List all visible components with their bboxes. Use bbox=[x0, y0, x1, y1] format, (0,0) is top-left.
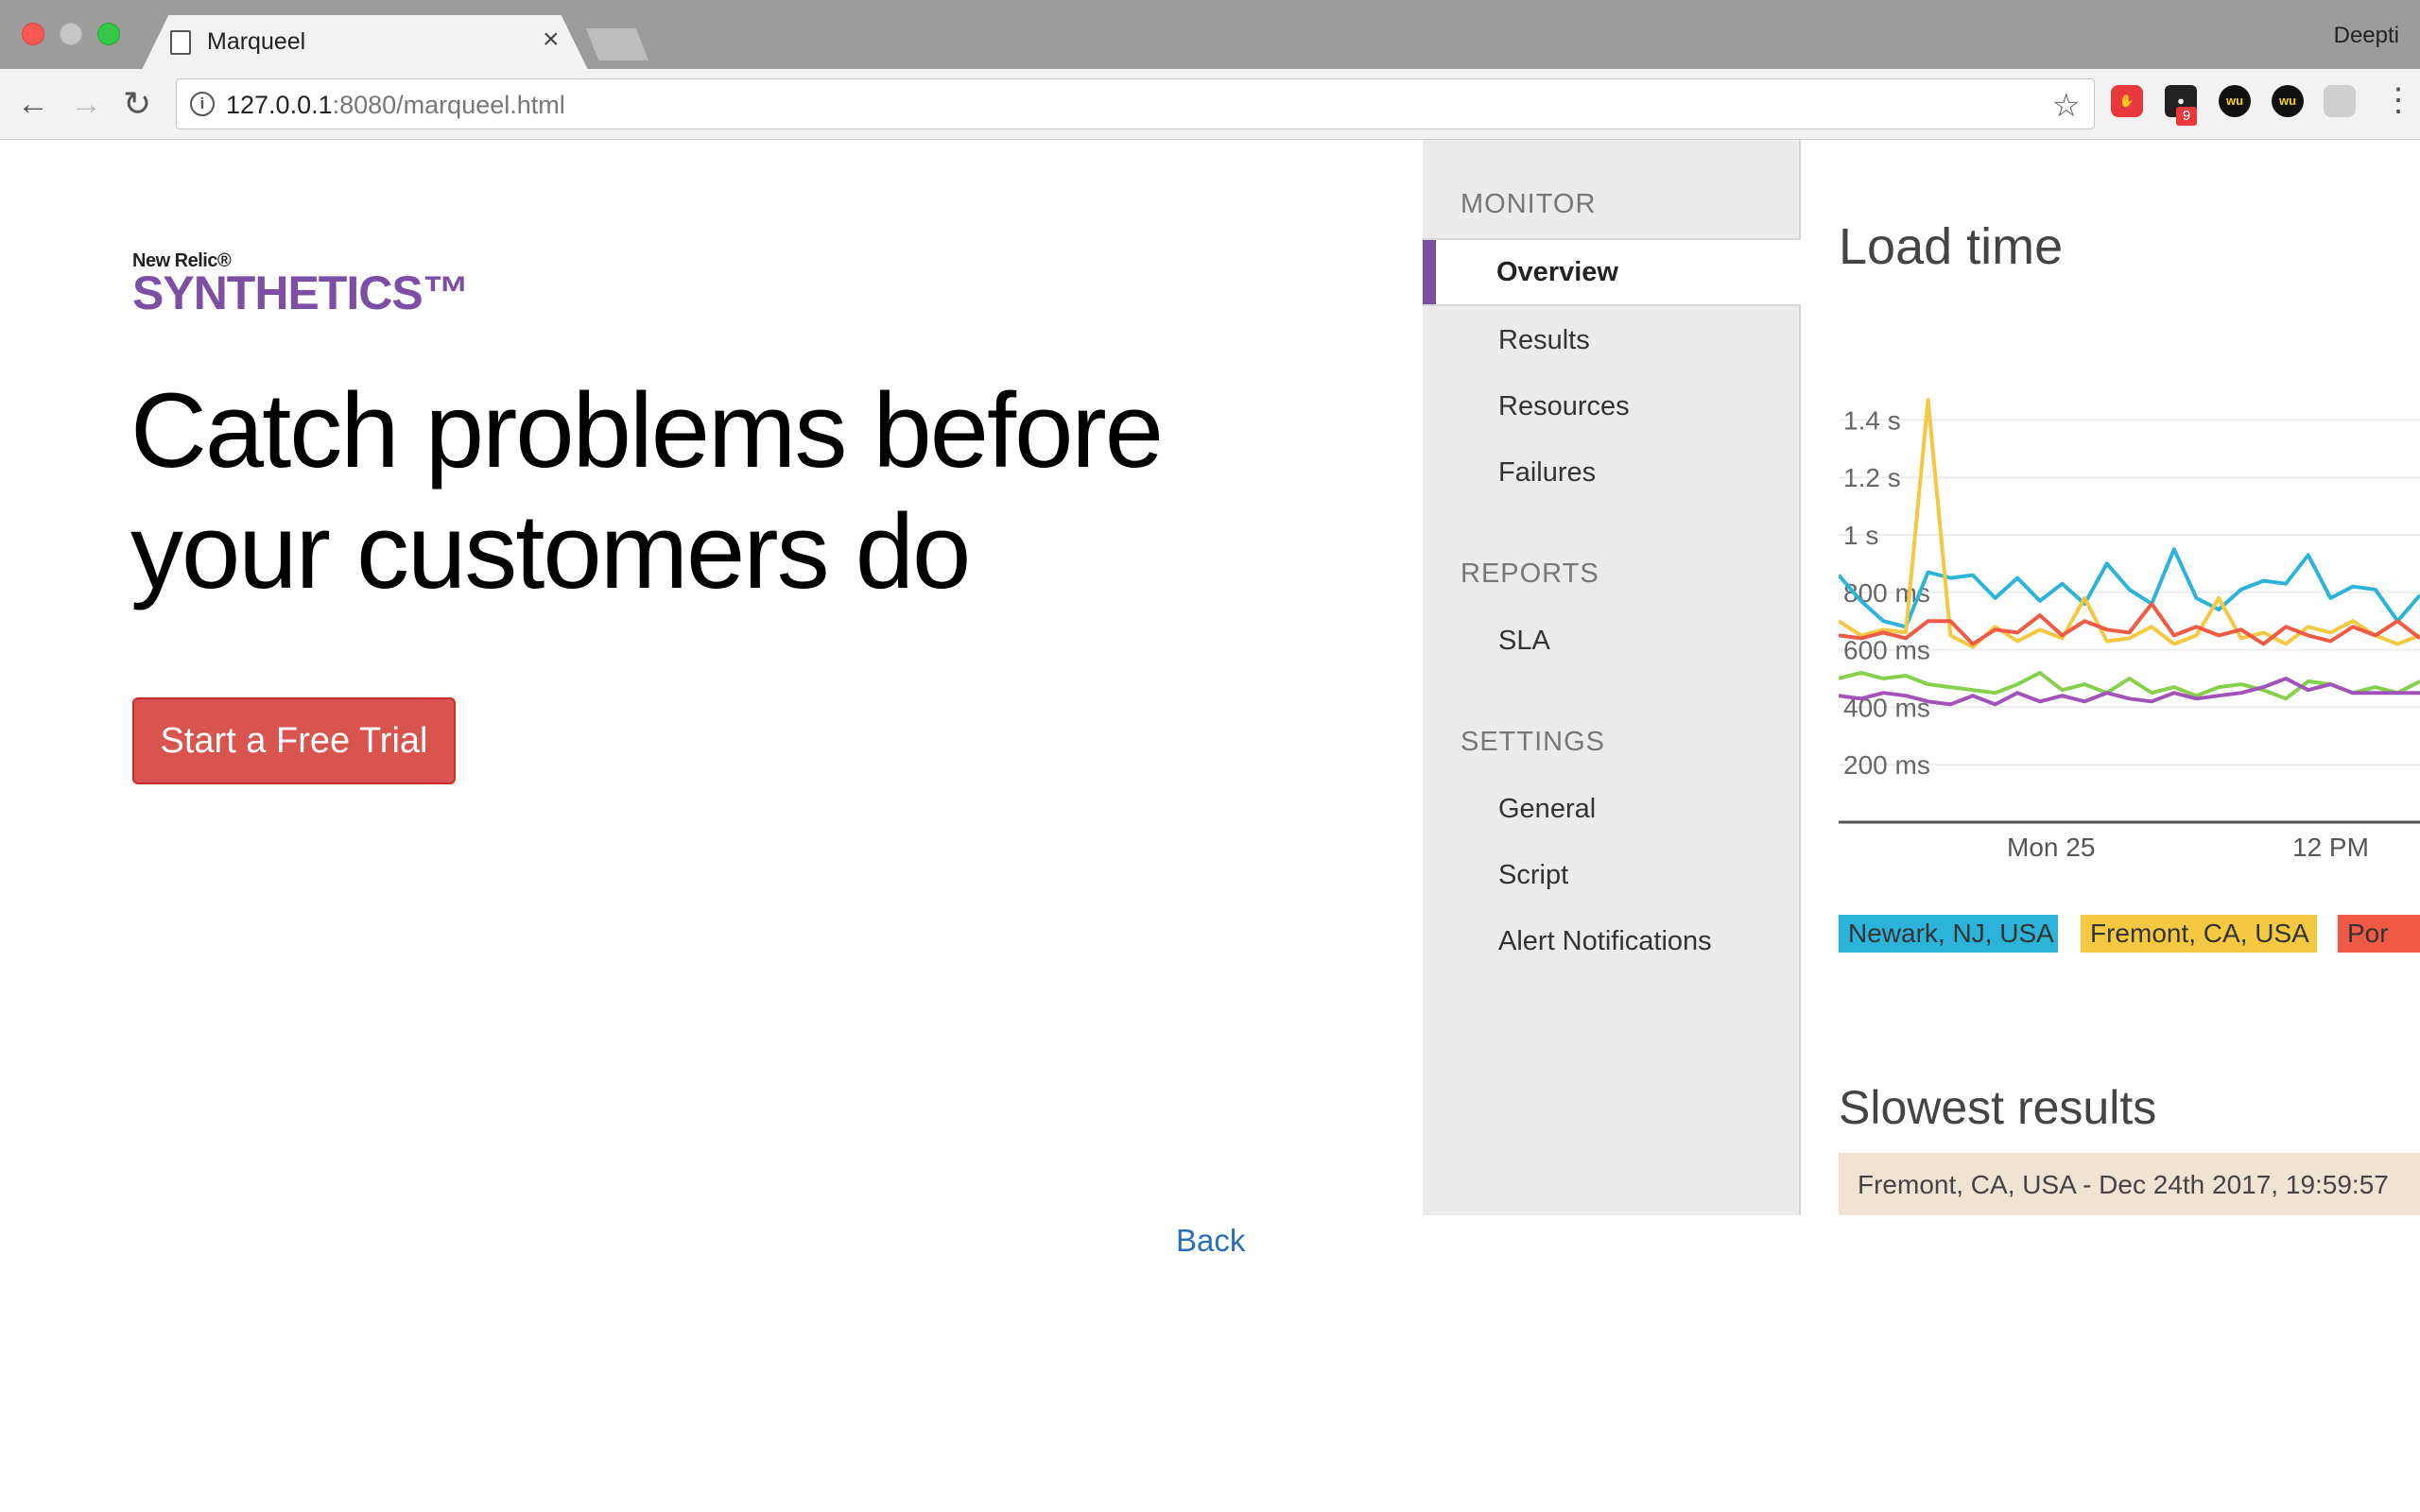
y-tick-label: 600 ms bbox=[1843, 636, 1930, 665]
info-icon[interactable]: i bbox=[190, 92, 215, 116]
wu-extension-icon-2[interactable]: wu bbox=[2272, 85, 2304, 117]
browser-tabstrip: Marqueel × Deepti bbox=[0, 0, 2420, 70]
logo-synthetics: SYNTHETICS™ bbox=[132, 266, 470, 319]
wu-extension-icon[interactable]: wu bbox=[2219, 85, 2251, 117]
overview-main: Load time 1.4 s 1.2 s1 s 800 ms 600 ms 400 m… bbox=[1839, 140, 2420, 1215]
sidebar-item-label: Overview bbox=[1496, 257, 1618, 287]
y-tick-label: 200 ms bbox=[1843, 750, 1930, 780]
sidebar-item-general: General bbox=[1498, 794, 1597, 824]
url-host: 127.0.0.1 bbox=[226, 91, 333, 119]
y-tick-label: 1 s bbox=[1843, 521, 1878, 550]
forward-arrow-icon[interactable]: → bbox=[70, 88, 102, 120]
load-time-title: Load time bbox=[1839, 218, 2064, 275]
legend-fremont: Fremont, CA, USA bbox=[2081, 915, 2317, 953]
sidebar-heading-settings: SETTINGS bbox=[1461, 727, 1606, 757]
series-line bbox=[1839, 398, 2420, 649]
headline-line-2: your customers do bbox=[130, 492, 971, 610]
extension-badge: 9 bbox=[2176, 107, 2197, 126]
product-screenshot: MONITOR Overview Results Resources Failu… bbox=[1423, 140, 2420, 1215]
tab-title[interactable]: Marqueel bbox=[207, 28, 305, 56]
slowest-results-title: Slowest results bbox=[1839, 1081, 2157, 1134]
browser-toolbar: ← → ↻ i 127.0.0.1:8080/marqueel.html ☆ ✋… bbox=[0, 69, 2420, 140]
adblock-extension-icon[interactable]: ✋ bbox=[2111, 85, 2143, 117]
back-arrow-icon[interactable]: ← bbox=[17, 88, 49, 120]
legend-third: Por bbox=[2338, 915, 2420, 953]
tab-close-icon[interactable]: × bbox=[543, 26, 560, 54]
drive-extension-icon[interactable] bbox=[2324, 85, 2356, 117]
sidebar-item-results: Results bbox=[1498, 325, 1590, 355]
start-free-trial-button[interactable]: Start a Free Trial bbox=[132, 697, 456, 784]
sidebar-item-script: Script bbox=[1498, 860, 1569, 890]
sidebar-item-alert-notifications: Alert Notifications bbox=[1498, 926, 1712, 956]
y-tick-label: 1.4 s bbox=[1843, 405, 1901, 435]
browser-menu-icon[interactable]: ⋮ bbox=[2382, 84, 2414, 116]
active-indicator bbox=[1423, 240, 1436, 304]
headline-line-1: Catch problems before bbox=[130, 371, 1164, 490]
close-window-button[interactable] bbox=[22, 23, 44, 45]
url-text[interactable]: 127.0.0.1:8080/marqueel.html bbox=[226, 91, 565, 120]
sidebar-heading-reports: REPORTS bbox=[1461, 558, 1599, 589]
y-tick-label: 1.2 s bbox=[1843, 463, 1901, 492]
page-icon bbox=[170, 30, 191, 55]
profile-name[interactable]: Deepti bbox=[2334, 23, 2399, 49]
sidebar-item-resources: Resources bbox=[1498, 391, 1630, 421]
sidebar-item-overview: Overview bbox=[1423, 238, 1801, 306]
reload-icon[interactable]: ↻ bbox=[123, 87, 151, 121]
slowest-result-row: Fremont, CA, USA - Dec 24th 2017, 19:59:… bbox=[1839, 1153, 2420, 1215]
x-tick-label: Mon 25 bbox=[2007, 833, 2095, 862]
legend-newark: Newark, NJ, USA bbox=[1839, 915, 2058, 953]
sidebar-item-failures: Failures bbox=[1498, 457, 1597, 488]
minimize-window-button[interactable] bbox=[60, 23, 82, 45]
x-tick-label: 12 PM bbox=[2292, 833, 2369, 862]
new-tab-button[interactable] bbox=[586, 28, 648, 60]
sidebar-item-sla: SLA bbox=[1498, 626, 1550, 656]
page-headline: Catch problems before your customers do bbox=[130, 370, 1359, 612]
address-bar[interactable]: i 127.0.0.1:8080/marqueel.html ☆ bbox=[176, 78, 2095, 129]
bookmark-star-icon[interactable]: ☆ bbox=[2052, 87, 2081, 125]
synthetics-logo: New Relic® SYNTHETICS™ bbox=[132, 250, 470, 319]
load-time-chart: 1.4 s1.2 s1 s800 ms600 ms400 ms200 msMon… bbox=[1839, 398, 2420, 862]
monitor-sidebar: MONITOR Overview Results Resources Failu… bbox=[1423, 140, 1801, 1215]
sidebar-heading-monitor: MONITOR bbox=[1461, 189, 1597, 219]
maximize-window-button[interactable] bbox=[97, 23, 120, 45]
back-link[interactable]: Back bbox=[1176, 1223, 1245, 1259]
url-path: :8080/marqueel.html bbox=[332, 91, 565, 119]
